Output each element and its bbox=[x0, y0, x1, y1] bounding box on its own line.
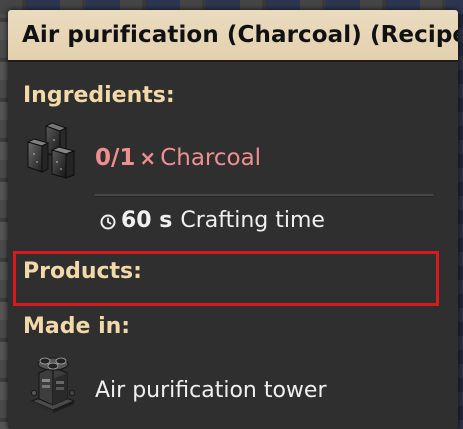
ingredients-heading: Ingredients: bbox=[23, 83, 175, 108]
ingredient-charcoal: 0/1 × Charcoal bbox=[95, 145, 261, 171]
crafting-time: 60 s Crafting time bbox=[100, 208, 325, 233]
ingredient-multiplier: × bbox=[139, 146, 157, 170]
air-purification-tower-icon bbox=[30, 357, 76, 413]
game-scene: Air purification (Charcoal) (Recipe) Ing… bbox=[0, 0, 463, 429]
tooltip-title-bar: Air purification (Charcoal) (Recipe) bbox=[8, 10, 458, 62]
ingredient-name: Charcoal bbox=[160, 145, 262, 171]
products-highlight-box bbox=[13, 251, 439, 306]
ingredients-divider bbox=[95, 194, 433, 197]
clock-icon bbox=[100, 214, 116, 229]
charcoal-icon bbox=[26, 122, 76, 179]
recipe-tooltip: Air purification (Charcoal) (Recipe) Ing… bbox=[8, 10, 458, 429]
tooltip-body: Ingredients: 0/1 × Charcoal 60 s Craftin… bbox=[8, 62, 458, 429]
crafting-time-label: Crafting time bbox=[180, 208, 325, 233]
recipe-title: Air purification (Charcoal) (Recipe) bbox=[22, 22, 458, 48]
made-in-heading: Made in: bbox=[23, 314, 131, 339]
crafting-time-value: 60 s bbox=[121, 208, 173, 233]
made-in-machine-name: Air purification tower bbox=[95, 378, 327, 403]
ingredient-count: 0/1 bbox=[95, 145, 136, 171]
